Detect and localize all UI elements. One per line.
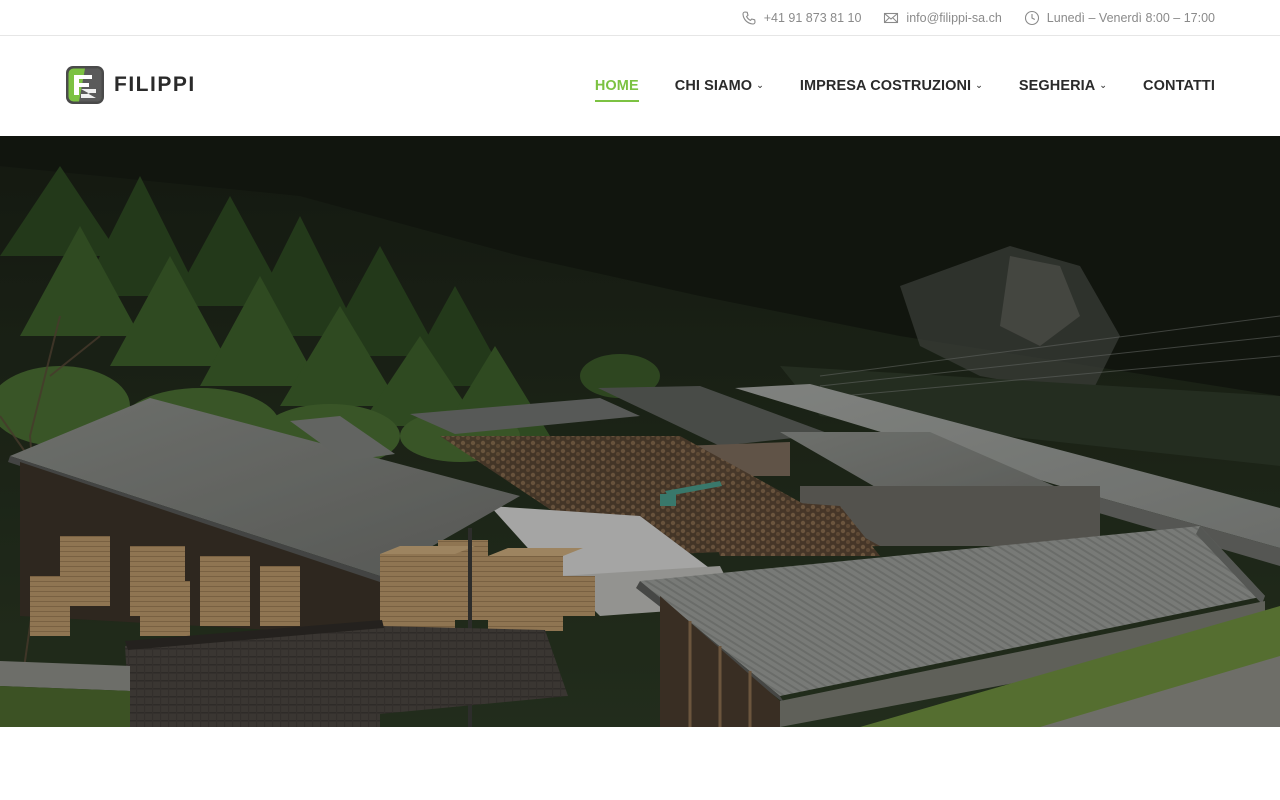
nav-item-segheria[interactable]: SEGHERIA ⌄ (1019, 71, 1107, 101)
nav-item-impresa-costruzioni[interactable]: IMPRESA COSTRUZIONI ⌄ (800, 71, 983, 101)
email-text: info@filippi-sa.ch (906, 11, 1002, 25)
nav-label: SEGHERIA (1018, 78, 1096, 94)
nav-label: HOME (594, 78, 639, 94)
phone-text: +41 91 873 81 10 (763, 11, 862, 25)
contact-info: +41 91 873 81 10 info@filippi-sa.ch Lune… (741, 0, 1215, 36)
main-nav: HOME CHI SIAMO ⌄ IMPRESA COSTRUZIONI ⌄ S… (559, 36, 1215, 136)
top-info-bar: +41 91 873 81 10 info@filippi-sa.ch Lune… (0, 0, 1280, 36)
site-header: FILIPPI HOME CHI SIAMO ⌄ IMPRESA COSTRUZ… (0, 36, 1280, 136)
clock-icon (1024, 10, 1039, 26)
mail-icon (884, 12, 899, 24)
sawmill-photo (0, 136, 1280, 727)
hero-image (0, 136, 1280, 727)
content-area (0, 727, 1280, 800)
nav-label: IMPRESA COSTRUZIONI (799, 78, 972, 94)
chevron-down-icon: ⌄ (756, 79, 764, 90)
hours-text: Lunedì – Venerdì 8:00 – 17:00 (1046, 11, 1215, 25)
logo-mark-icon (66, 66, 104, 104)
nav-label: CHI SIAMO (674, 78, 753, 94)
email-contact[interactable]: info@filippi-sa.ch (883, 10, 1002, 26)
chevron-down-icon: ⌄ (1099, 79, 1108, 90)
opening-hours: Lunedì – Venerdì 8:00 – 17:00 (1024, 10, 1215, 26)
chevron-down-icon: ⌄ (975, 79, 983, 90)
nav-item-home[interactable]: HOME (594, 71, 639, 102)
logo-text: FILIPPI (114, 73, 196, 96)
logo[interactable]: FILIPPI (65, 65, 196, 105)
nav-item-contatti[interactable]: CONTATTI (1143, 71, 1215, 101)
phone-icon (742, 11, 756, 25)
nav-label: CONTATTI (1143, 78, 1215, 94)
nav-item-chi-siamo[interactable]: CHI SIAMO ⌄ (675, 71, 764, 101)
phone-contact[interactable]: +41 91 873 81 10 (741, 10, 862, 26)
